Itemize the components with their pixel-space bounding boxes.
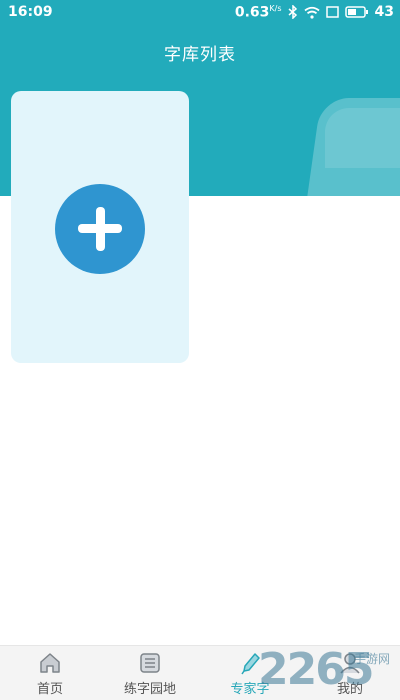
add-font-card[interactable] [11, 91, 189, 363]
list-icon [140, 653, 160, 673]
tab-practice[interactable]: 练字园地 [100, 646, 200, 700]
page-title: 字库列表 [164, 45, 236, 65]
network-speed: 0.63K/s [235, 4, 282, 21]
tab-label: 首页 [36, 682, 63, 697]
wifi-icon [303, 6, 320, 19]
speed-value: 0.63 [234, 4, 270, 21]
status-icons: 0.63K/s 43 [235, 4, 394, 21]
screen-icon [325, 6, 339, 19]
tab-label: 练字园地 [123, 682, 176, 697]
status-time: 16:09 [8, 4, 53, 20]
home-icon [40, 653, 60, 673]
watermark-text: 手游网 [354, 652, 391, 666]
watermark-logo: 2265 手游网 [258, 642, 400, 700]
status-bar: 16:09 0.63K/s 43 [0, 0, 400, 26]
plus-icon[interactable] [55, 184, 145, 274]
tab-home[interactable]: 首页 [0, 646, 100, 700]
bluetooth-icon [288, 5, 297, 20]
decorative-shape [325, 108, 400, 168]
battery-level: 43 [374, 4, 394, 21]
speed-unit: K/s [269, 4, 282, 13]
battery-icon [344, 6, 368, 19]
